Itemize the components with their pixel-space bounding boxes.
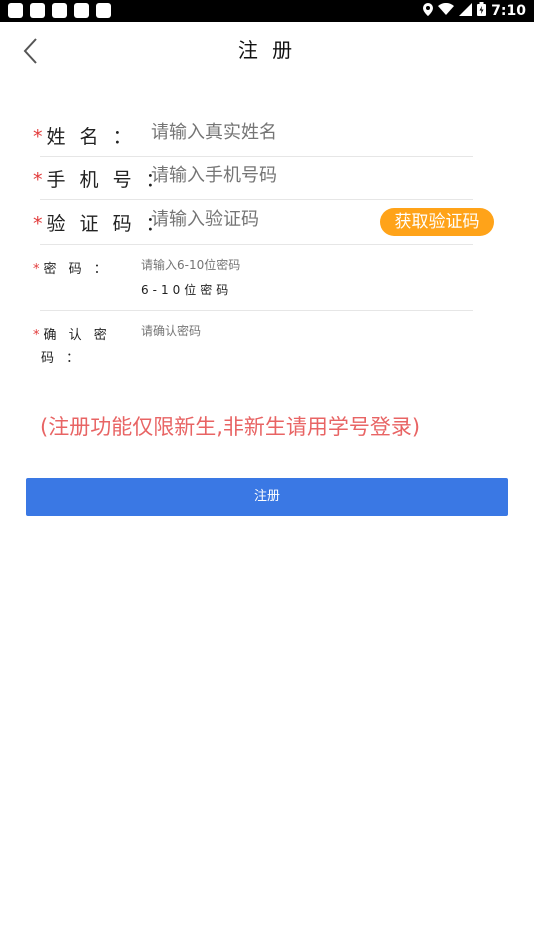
divider <box>40 310 473 311</box>
page-title: 注 册 <box>237 38 297 62</box>
notification-icon <box>30 3 45 18</box>
required-mark: * <box>33 213 47 235</box>
signal-icon <box>459 2 473 20</box>
status-time: 7:10 <box>491 3 526 19</box>
app-bar: 注 册 <box>0 22 534 78</box>
password-label: 密 码 ： <box>43 262 111 277</box>
registration-notice: (注册功能仅限新生,非新生请用学号登录) <box>40 415 421 439</box>
confirm-row: *确 认 密 码 ： <box>33 324 473 368</box>
divider <box>40 199 473 200</box>
notification-icon <box>8 3 23 18</box>
notification-icon <box>96 3 111 18</box>
name-row: *姓 名 ： <box>33 122 473 148</box>
password-input[interactable] <box>141 258 341 272</box>
required-mark: * <box>33 262 44 277</box>
status-bar: 7:10 <box>0 0 534 22</box>
code-input[interactable] <box>151 209 351 230</box>
confirm-password-input[interactable] <box>141 324 341 338</box>
confirm-label-line1: 确 认 密 <box>43 328 111 343</box>
phone-row: *手 机 号 ： <box>33 165 473 191</box>
register-button[interactable]: 注册 <box>26 478 508 516</box>
divider <box>40 244 473 245</box>
required-mark: * <box>33 328 44 343</box>
password-hint: 6-10位密码 <box>141 283 233 297</box>
required-mark: * <box>33 126 47 148</box>
battery-icon <box>477 2 487 20</box>
phone-input[interactable] <box>151 165 371 186</box>
location-icon <box>423 2 434 20</box>
notification-icon <box>74 3 89 18</box>
name-input[interactable] <box>151 122 371 143</box>
wifi-icon <box>438 2 455 19</box>
password-row: *密 码 ： 6-10位密码 <box>33 258 473 302</box>
required-mark: * <box>33 169 47 191</box>
name-label: 姓 名 ： <box>46 126 136 148</box>
notification-icon <box>52 3 67 18</box>
confirm-label-line2: 码 ： <box>41 351 84 366</box>
get-code-button[interactable]: 获取验证码 <box>380 208 494 236</box>
divider <box>40 156 473 157</box>
